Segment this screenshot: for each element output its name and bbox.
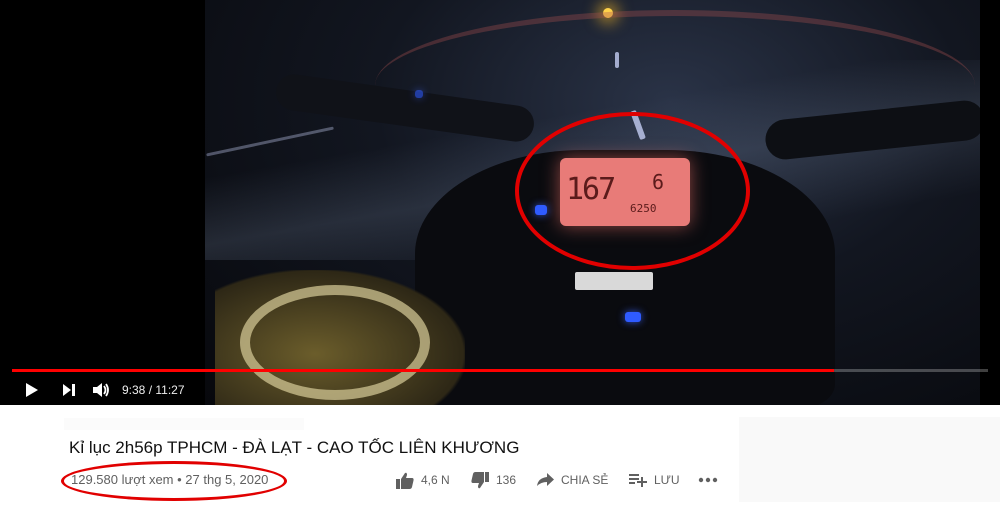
- video-player[interactable]: 167 6 6250 9:38 / 11:27: [0, 0, 1000, 405]
- speedometer-annotation-circle: [515, 112, 750, 270]
- views-annotation-circle: [61, 461, 287, 501]
- playlist-add-icon: [629, 474, 647, 487]
- thumbs-up-icon: [396, 472, 414, 489]
- play-icon: [26, 383, 38, 397]
- save-button[interactable]: LƯU: [629, 469, 680, 491]
- indicator-light: [625, 312, 641, 322]
- dislike-button[interactable]: 136: [471, 469, 516, 491]
- play-button[interactable]: [20, 379, 44, 401]
- title-mask: [64, 418, 304, 430]
- like-button[interactable]: 4,6 N: [396, 469, 450, 491]
- like-count: 4,6 N: [421, 473, 450, 487]
- right-sidebar-placeholder: [739, 417, 1000, 502]
- more-actions-button[interactable]: [698, 469, 718, 491]
- save-label: LƯU: [654, 473, 680, 487]
- thumbs-down-icon: [471, 471, 489, 488]
- more-icon: [698, 477, 718, 483]
- progress-fill: [12, 369, 834, 372]
- brand-plate: [575, 272, 653, 290]
- next-icon: [63, 384, 75, 396]
- dislike-count: 136: [496, 473, 517, 487]
- next-button[interactable]: [58, 379, 80, 401]
- progress-bar[interactable]: [12, 369, 988, 372]
- video-title: Kỉ lục 2h56p TPHCM - ĐÀ LẠT - CAO TỐC LI…: [69, 438, 520, 457]
- volume-icon: [93, 383, 109, 397]
- volume-button[interactable]: [90, 379, 112, 401]
- share-icon: [537, 473, 554, 486]
- share-button[interactable]: CHIA SẺ: [537, 469, 608, 491]
- share-label: CHIA SẺ: [561, 473, 609, 487]
- indicator-light: [415, 90, 423, 98]
- player-controls: 9:38 / 11:27: [0, 374, 1000, 405]
- time-display: 9:38 / 11:27: [122, 383, 185, 397]
